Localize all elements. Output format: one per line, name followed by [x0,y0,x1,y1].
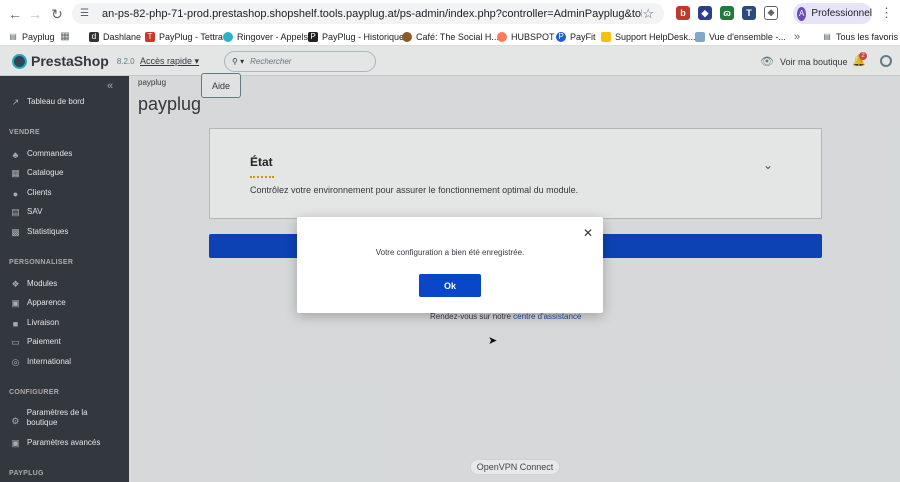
bookmark-tettra[interactable]: T PayPlug - Tettra [145,29,223,44]
bookmark-hubspot[interactable]: HUBSPOT [497,29,555,44]
extension-3-icon[interactable]: ɷ [720,6,734,20]
vue-icon [695,31,705,42]
mouse-cursor-icon: ➤ [488,335,498,347]
extension-1-icon[interactable]: b [676,6,690,20]
browser-menu-icon[interactable]: ⋮ [880,5,893,21]
payfit-icon: P [556,31,566,42]
browser-toolbar: ← → ↻ ☰ an-ps-82-php-71-prod.prestashop.… [0,0,900,27]
bookmark-payplug-history[interactable]: P PayPlug - Historique [308,29,404,44]
bookmark-label: Tous les favoris [836,31,899,42]
profile-chip[interactable]: A Professionnel [793,3,872,24]
bookmark-vue[interactable]: Vue d'ensemble -... [695,29,786,44]
bookmark-cafe[interactable]: Café: The Social H... [402,29,499,44]
extension-4-icon[interactable]: T [742,6,756,20]
bookmark-label: Ringover - Appels [237,31,309,42]
site-info-icon[interactable]: ☰ [80,8,94,20]
bookmark-payfit[interactable]: P PayFit [556,29,596,44]
profile-avatar: A [797,6,807,21]
bookmark-label: HUBSPOT [511,31,555,42]
extension-2-icon[interactable]: ◆ [698,6,712,20]
vpn-tooltip: OpenVPN Connect [470,459,560,475]
bookmark-star-icon[interactable]: ☆ [642,6,654,22]
ringover-icon [223,31,233,42]
folder-icon: ▤ [9,32,17,41]
bookmark-payplug[interactable]: ▤ Payplug [8,29,55,44]
profile-label: Professionnel [811,8,872,19]
bookmark-label: PayPlug - Historique [322,31,405,42]
bookmark-label: PayPlug - Tettra [159,31,223,42]
folder-icon: ▤ [823,32,831,41]
bookmark-helpdesk[interactable]: Support HelpDesk... [601,29,696,44]
address-bar[interactable]: ☰ an-ps-82-php-71-prod.prestashop.shopsh… [72,3,664,24]
tettra-icon: T [145,31,155,42]
bookmark-dashlane[interactable]: d Dashlane [89,29,141,44]
payplug-icon: P [308,31,318,42]
forward-icon[interactable]: → [24,3,46,25]
helpdesk-icon [601,31,611,42]
bookmark-label: Support HelpDesk... [615,31,696,42]
hubspot-icon [497,31,507,42]
bookmark-label: Payplug [22,31,55,42]
apps-grid-icon[interactable]: ▦ [60,29,74,44]
dashlane-icon: d [89,31,99,42]
back-icon[interactable]: ← [4,3,26,25]
bookmark-label: Dashlane [103,31,142,42]
url-text[interactable]: an-ps-82-php-71-prod.prestashop.shopshel… [102,8,642,20]
extensions-puzzle-icon[interactable]: ❖ [764,6,778,20]
bookmark-ringover[interactable]: Ringover - Appels [223,29,308,44]
bookmarks-bar: ▤ Payplug ▦ d Dashlane T PayPlug - Tettra R… [0,27,900,46]
ok-button[interactable]: Ok [419,274,481,297]
bookmark-label: PayFit [570,31,596,42]
close-icon[interactable]: ✕ [583,226,593,240]
reload-icon[interactable]: ↻ [46,3,68,25]
bookmark-all-favorites[interactable]: ▤ Tous les favoris [822,29,898,44]
confirmation-modal: ✕ Votre configuration a bien été enregis… [297,217,603,313]
bookmark-label: Vue d'ensemble -... [709,31,786,42]
more-bookmarks-icon[interactable]: » [794,29,800,44]
cafe-icon [402,31,412,42]
bookmark-label: Café: The Social H... [416,31,499,42]
modal-message: Votre configuration a bien été enregistr… [375,248,525,257]
grid-icon: ▦ [60,31,70,42]
